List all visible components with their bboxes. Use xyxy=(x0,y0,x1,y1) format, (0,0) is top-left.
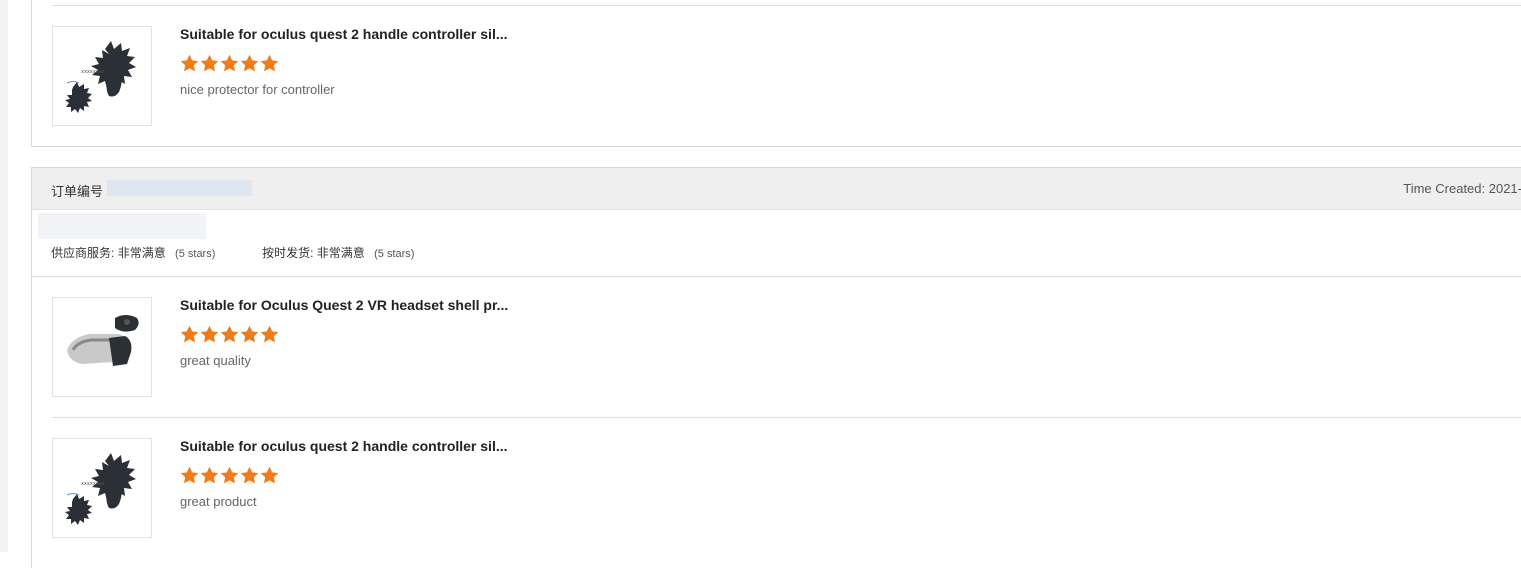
star-icon xyxy=(200,466,219,484)
star-icon xyxy=(220,54,239,72)
rating-stars xyxy=(180,466,279,484)
order-panel: 订单编号 Time Created: 2021- 供应商服务: 非常满意 (5 … xyxy=(31,167,1521,568)
item-divider xyxy=(52,5,1521,6)
supplier-service-label: 供应商服务: xyxy=(51,246,115,260)
shipping-on-time-stars: (5 stars) xyxy=(374,248,415,260)
review-item: Suitable for Oculus Quest 2 VR headset s… xyxy=(52,297,1521,397)
rating-stars xyxy=(180,54,279,72)
star-icon xyxy=(180,54,199,72)
section-divider xyxy=(32,276,1521,277)
star-icon xyxy=(240,466,259,484)
order-number-label: 订单编号 xyxy=(51,184,104,199)
redacted-store-name xyxy=(38,213,206,239)
headset-shell-icon[interactable] xyxy=(52,297,152,397)
shipping-on-time-label: 按时发货: xyxy=(262,246,314,260)
star-icon xyxy=(260,54,279,72)
review-item: xxxxxxxx Suitable for oculus quest 2 han… xyxy=(52,26,1521,126)
item-divider xyxy=(52,417,1521,418)
product-title[interactable]: Suitable for oculus quest 2 handle contr… xyxy=(180,26,540,43)
seller-ratings: 供应商服务: 非常满意 (5 stars) 按时发货: 非常满意 (5 star… xyxy=(51,244,414,261)
svg-text:xxxxxxxx: xxxxxxxx xyxy=(81,481,105,487)
star-icon xyxy=(180,325,199,343)
order-panel-previous: xxxxxxxx Suitable for oculus quest 2 han… xyxy=(31,0,1521,147)
redacted-order-number xyxy=(107,180,252,196)
review-comment: great product xyxy=(180,494,257,509)
shipping-on-time-value: 非常满意 xyxy=(316,246,365,260)
star-icon xyxy=(220,325,239,343)
star-icon xyxy=(240,54,259,72)
svg-text:xxxxxxxx: xxxxxxxx xyxy=(81,69,105,75)
review-comment: nice protector for controller xyxy=(180,82,335,97)
product-title[interactable]: Suitable for oculus quest 2 handle contr… xyxy=(180,438,540,455)
star-icon xyxy=(180,466,199,484)
time-created: Time Created: 2021- xyxy=(1403,181,1521,196)
review-item: xxxxxxxx Suitable for oculus quest 2 han… xyxy=(52,438,1521,538)
rating-stars xyxy=(180,325,279,343)
supplier-service-stars: (5 stars) xyxy=(175,248,216,260)
controller-cover-icon[interactable]: xxxxxxxx xyxy=(52,26,152,126)
star-icon xyxy=(260,466,279,484)
controller-cover-icon[interactable]: xxxxxxxx xyxy=(52,438,152,538)
star-icon xyxy=(200,54,219,72)
product-title[interactable]: Suitable for Oculus Quest 2 VR headset s… xyxy=(180,297,540,314)
star-icon xyxy=(200,325,219,343)
supplier-service-value: 非常满意 xyxy=(117,246,166,260)
star-icon xyxy=(220,466,239,484)
star-icon xyxy=(240,325,259,343)
star-icon xyxy=(260,325,279,343)
order-header: 订单编号 Time Created: 2021- xyxy=(32,168,1521,210)
review-comment: great quality xyxy=(180,353,251,368)
left-gutter xyxy=(0,0,8,552)
